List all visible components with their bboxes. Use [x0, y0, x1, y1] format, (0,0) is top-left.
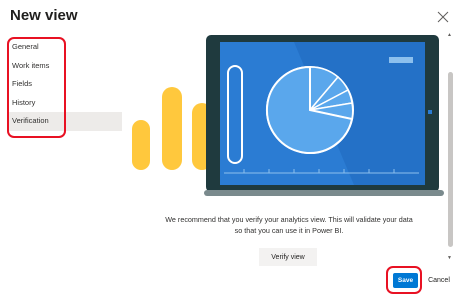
scroll-down-icon[interactable]: ▼: [447, 255, 452, 261]
nav-item-history[interactable]: History: [8, 94, 122, 113]
bar-medium: [162, 87, 182, 170]
verification-message: We recommend that you verify your analyt…: [165, 215, 413, 235]
tablet-camera: [428, 110, 432, 114]
vertical-scrollbar[interactable]: ▲ ▼: [446, 32, 455, 264]
power-bi-illustration: [132, 35, 444, 196]
nav-item-fields[interactable]: Fields: [8, 75, 122, 94]
cancel-button[interactable]: Cancel: [424, 273, 454, 288]
verification-panel: We recommend that you verify your analyt…: [124, 30, 446, 266]
nav-item-work-items[interactable]: Work items: [8, 57, 122, 76]
dialog-title: New view: [10, 7, 78, 24]
pie-chart: [266, 65, 354, 154]
dialog-footer: Save Cancel: [0, 266, 456, 295]
scroll-thumb[interactable]: [448, 72, 453, 247]
nav-item-general[interactable]: General: [8, 38, 122, 57]
bar-small: [132, 120, 150, 170]
close-icon[interactable]: [437, 11, 449, 23]
scroll-up-icon[interactable]: ▲: [447, 32, 452, 38]
verify-view-button[interactable]: Verify view: [259, 248, 317, 266]
side-nav: General Work items Fields History Verifi…: [8, 38, 122, 131]
save-button[interactable]: Save: [393, 273, 418, 288]
tablet-base: [204, 190, 444, 196]
nav-item-verification[interactable]: Verification: [8, 112, 122, 131]
screen-legend-bar: [389, 57, 413, 63]
